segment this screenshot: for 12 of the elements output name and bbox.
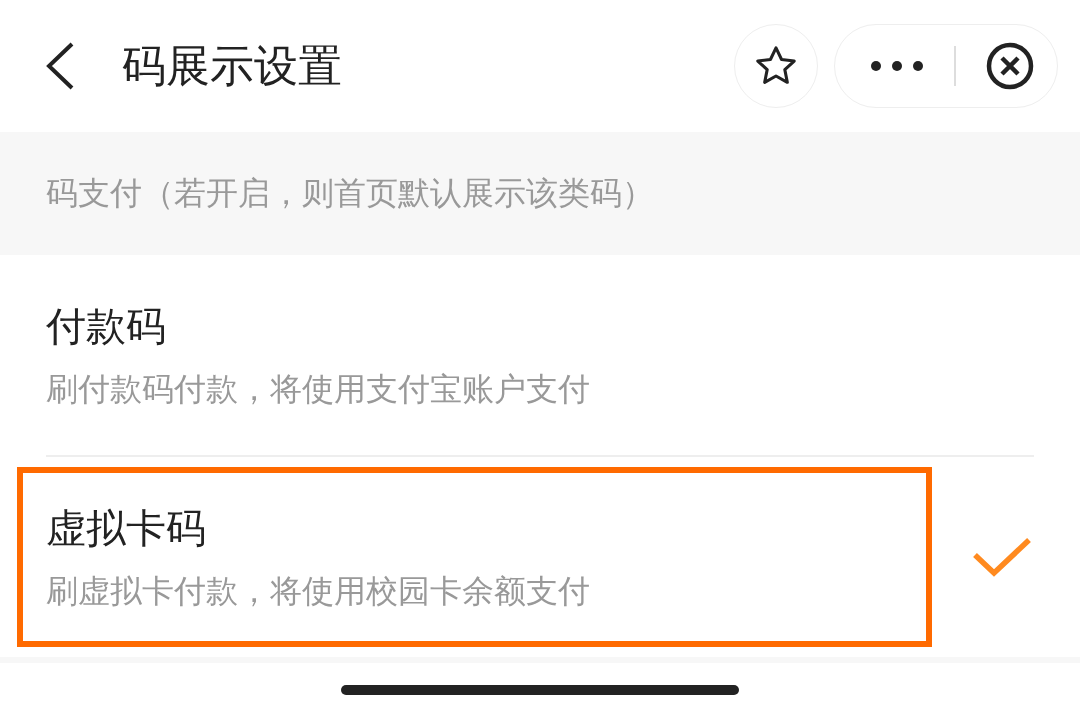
option-row[interactable]: 付款码 刷付款码付款，将使用支付宝账户支付 — [46, 255, 1034, 457]
page-title: 码展示设置 — [122, 38, 342, 93]
close-icon[interactable] — [985, 41, 1035, 91]
option-row[interactable]: 虚拟卡码 刷虚拟卡付款，将使用校园卡余额支付 — [46, 457, 1034, 657]
option-title: 付款码 — [46, 301, 167, 351]
checkmark-icon — [972, 535, 1032, 579]
option-description: 刷付款码付款，将使用支付宝账户支付 — [46, 368, 590, 410]
option-description: 刷虚拟卡付款，将使用校园卡余额支付 — [46, 570, 591, 612]
option-title: 虚拟卡码 — [46, 503, 207, 553]
more-icon[interactable] — [869, 59, 925, 73]
section-header: 码支付（若开启，则首页默认展示该类码） — [46, 172, 654, 214]
back-icon[interactable] — [44, 41, 76, 91]
